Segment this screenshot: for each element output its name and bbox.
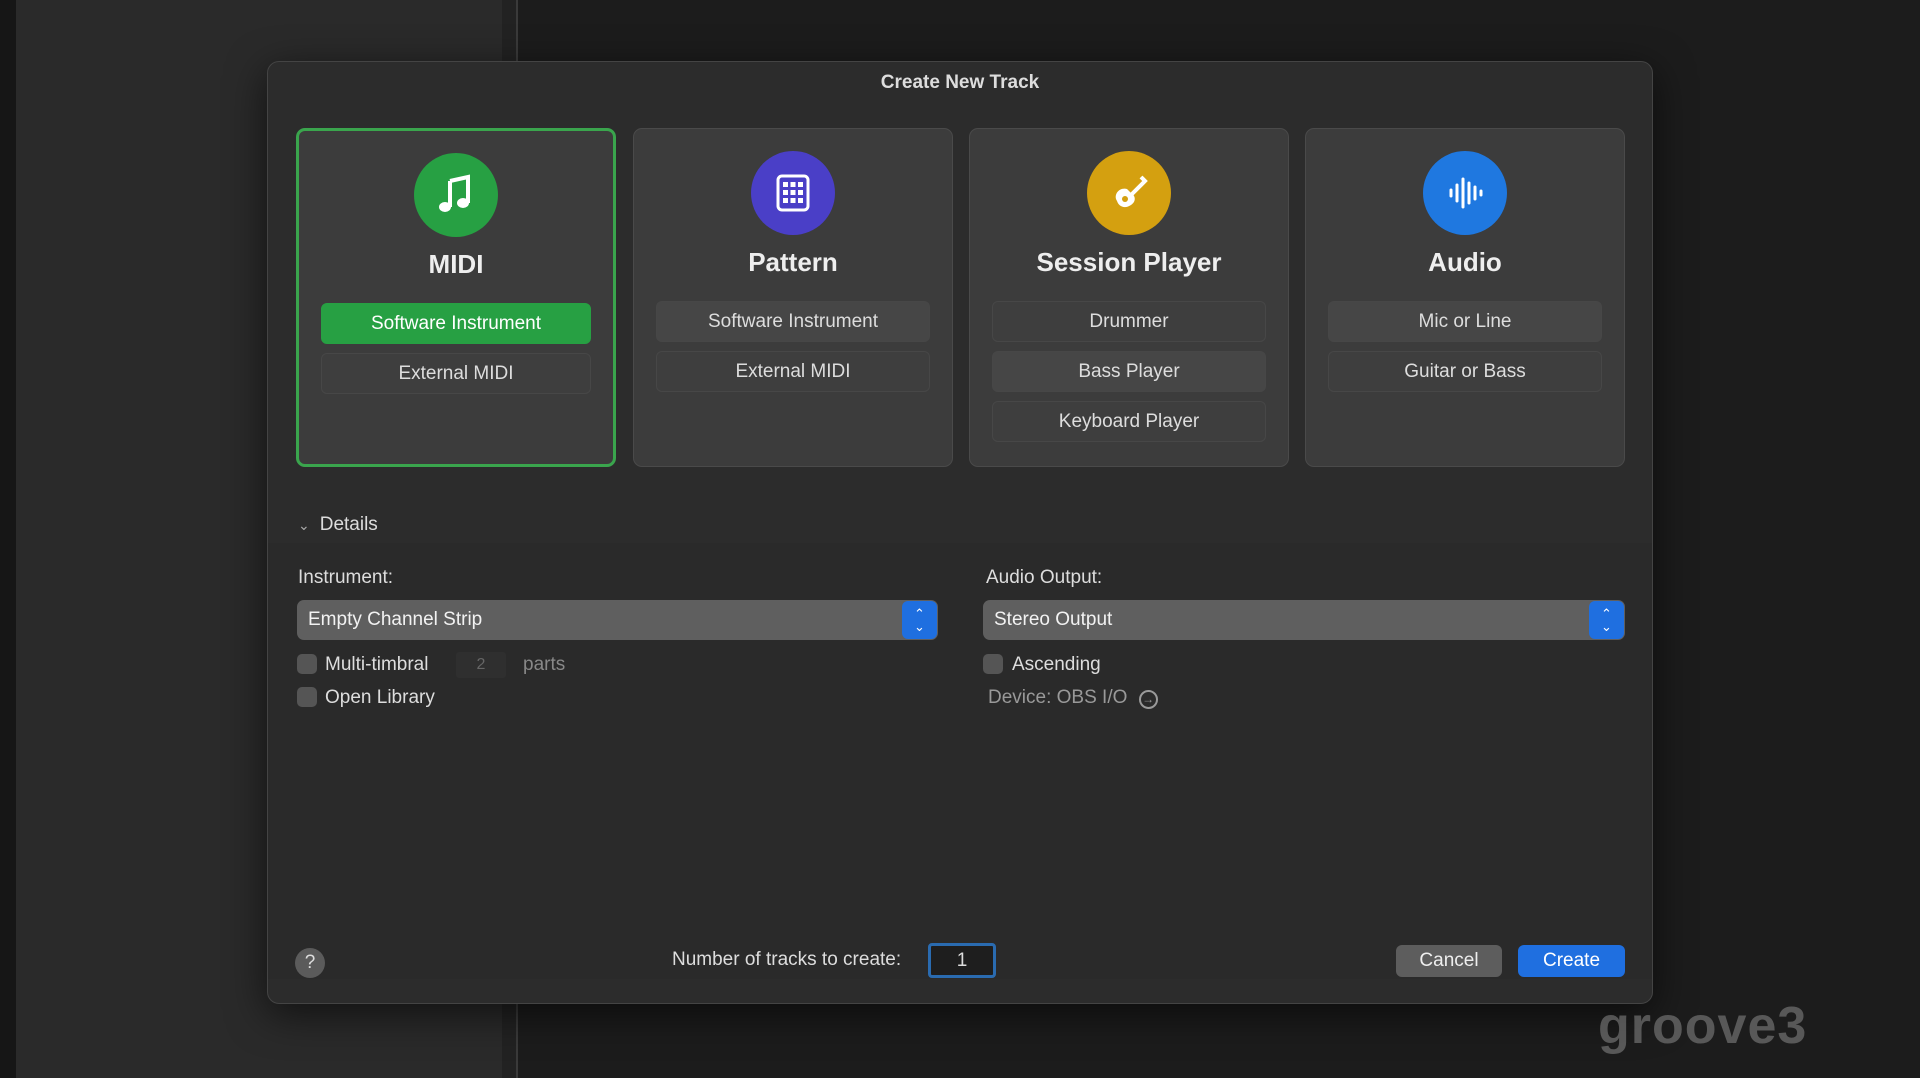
- keyboard-player-button[interactable]: Keyboard Player: [992, 401, 1266, 442]
- ascending-label: Ascending: [1012, 654, 1101, 675]
- track-type-card-session-player[interactable]: Session Player Drummer Bass Player Keybo…: [969, 128, 1289, 467]
- track-type-card-pattern[interactable]: Pattern Software Instrument External MID…: [633, 128, 953, 467]
- drummer-button[interactable]: Drummer: [992, 301, 1266, 342]
- chevron-down-icon: ⌄: [298, 517, 310, 533]
- create-button[interactable]: Create: [1518, 945, 1625, 977]
- open-library-label: Open Library: [325, 687, 435, 708]
- window-edge: [0, 0, 16, 1078]
- instrument-popup[interactable]: Empty Channel Strip ⌃ ⌄: [297, 600, 938, 640]
- instrument-label: Instrument:: [298, 567, 394, 588]
- multi-timbral-checkbox[interactable]: [297, 654, 317, 674]
- groove3-watermark-logo: groove3: [1598, 997, 1808, 1055]
- pattern-software-instrument-button[interactable]: Software Instrument: [656, 301, 930, 342]
- arrow-circle-right-icon[interactable]: →: [1138, 690, 1158, 709]
- audio-output-label: Audio Output:: [986, 567, 1103, 588]
- waveform-icon: [1423, 151, 1507, 235]
- dialog-title: Create New Track: [880, 72, 1040, 93]
- card-title: Audio: [1428, 247, 1502, 277]
- guitar-or-bass-button[interactable]: Guitar or Bass: [1328, 351, 1602, 392]
- tracks-count-input[interactable]: 1: [928, 943, 996, 978]
- audio-output-popup[interactable]: Stereo Output ⌃ ⌄: [983, 600, 1625, 640]
- midi-external-midi-button[interactable]: External MIDI: [321, 353, 591, 394]
- card-title: Session Player: [1036, 247, 1222, 277]
- guitar-icon: [1087, 151, 1171, 235]
- details-label: Details: [319, 514, 378, 535]
- tracks-count-label: Number of tracks to create:: [672, 949, 902, 970]
- card-title: Pattern: [748, 247, 838, 277]
- create-new-track-dialog: Create New Track MIDI Software Instrumen…: [267, 61, 1653, 1004]
- device-label: Device: OBS I/O →: [988, 687, 1158, 709]
- card-title: MIDI: [428, 249, 484, 279]
- up-down-chevron-icon: ⌃ ⌄: [1589, 601, 1624, 639]
- parts-label: parts: [523, 654, 566, 675]
- cancel-button[interactable]: Cancel: [1396, 945, 1502, 977]
- track-type-card-midi[interactable]: MIDI Software Instrument External MIDI: [296, 128, 616, 467]
- details-disclosure[interactable]: ⌄ Details: [298, 514, 378, 536]
- parts-count-field[interactable]: 2: [456, 652, 506, 678]
- mic-or-line-button[interactable]: Mic or Line: [1328, 301, 1602, 342]
- midi-software-instrument-button[interactable]: Software Instrument: [321, 303, 591, 344]
- ascending-checkbox[interactable]: [983, 654, 1003, 674]
- music-note-icon: [414, 153, 498, 237]
- bass-player-button[interactable]: Bass Player: [992, 351, 1266, 392]
- instrument-value: Empty Channel Strip: [308, 609, 483, 630]
- pattern-external-midi-button[interactable]: External MIDI: [656, 351, 930, 392]
- track-type-card-audio[interactable]: Audio Mic or Line Guitar or Bass: [1305, 128, 1625, 467]
- multi-timbral-label: Multi-timbral: [325, 654, 429, 675]
- open-library-checkbox[interactable]: [297, 687, 317, 707]
- audio-output-value: Stereo Output: [994, 609, 1113, 630]
- grid-pad-icon: [751, 151, 835, 235]
- device-text: Device: OBS I/O: [988, 687, 1128, 708]
- help-button[interactable]: ?: [295, 948, 325, 978]
- up-down-chevron-icon: ⌃ ⌄: [902, 601, 937, 639]
